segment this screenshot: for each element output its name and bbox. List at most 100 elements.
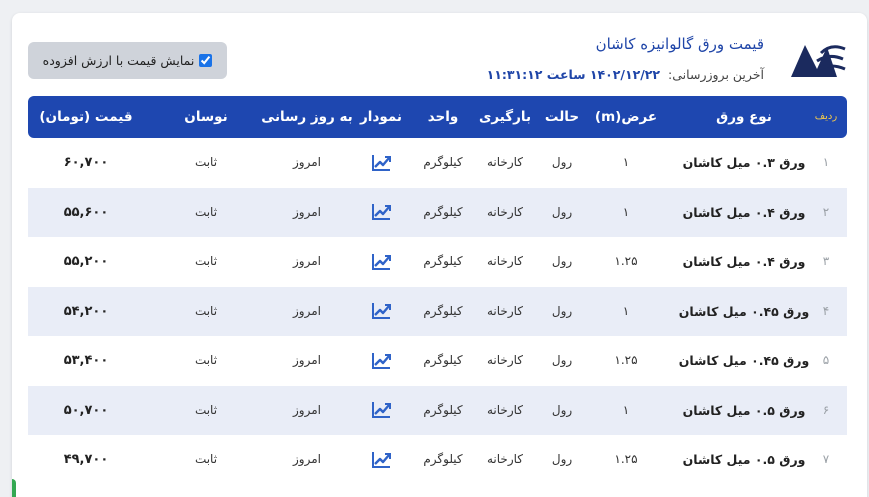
sheet-width: ۱.۲۵ — [614, 353, 638, 367]
chart-button[interactable] — [371, 188, 391, 238]
sheet-type: ورق ۰.۵ میل کاشان — [682, 402, 806, 418]
vat-checkbox[interactable] — [199, 54, 213, 67]
updated: امروز — [293, 402, 321, 417]
sheet-type: ورق ۰.۴ میل کاشان — [682, 254, 806, 269]
unit: کیلوگرم — [423, 452, 463, 466]
row-number: ۵ — [822, 353, 830, 367]
sheet-width: ۱.۲۵ — [614, 254, 638, 268]
sheet-type: ورق ۰.۴۵ میل کاشان — [678, 353, 810, 368]
chart-button[interactable] — [371, 237, 391, 287]
price: ۵۳,۴۰۰ — [63, 353, 109, 368]
row-number: ۱ — [822, 155, 830, 169]
price-change: ثابت — [194, 254, 218, 268]
sheet-state: رول — [551, 452, 573, 466]
updated: امروز — [293, 353, 321, 367]
price-change: ثابت — [194, 402, 218, 417]
table-row: ۳ ورق ۰.۴ میل کاشان ۱.۲۵ رول کارخانه کیلوگرم ا… — [28, 237, 847, 287]
updated: امروز — [293, 204, 321, 219]
price-change: ثابت — [194, 204, 218, 219]
row-number: ۷ — [822, 452, 830, 466]
price-change: ثابت — [194, 353, 218, 367]
sheet-state: رول — [551, 254, 573, 268]
side-badge — [12, 479, 16, 497]
sheet-type: ورق ۰.۵ میل کاشان — [682, 452, 806, 467]
loading-place: کارخانه — [486, 303, 524, 318]
table-row: ۴ ورق ۰.۴۵ میل کاشان ۱ رول کارخانه کیلوگرم امر… — [28, 286, 847, 337]
table-row: ۱ ورق ۰.۳ میل کاشان ۱ رول کارخانه کیلوگرم امرو… — [28, 138, 847, 188]
col-unit: واحد — [427, 109, 459, 125]
sheet-width: ۱ — [622, 303, 630, 318]
row-number: ۴ — [822, 303, 830, 318]
chart-line-icon[interactable] — [371, 451, 391, 469]
updated: امروز — [293, 254, 321, 268]
last-update-stamp: ۱۴۰۲/۱۲/۲۲ ساعت ۱۱:۳۱:۱۲ — [486, 67, 661, 82]
row-number: ۲ — [822, 204, 830, 219]
sheet-state: رول — [551, 303, 573, 318]
sheet-type: ورق ۰.۴ میل کاشان — [682, 204, 806, 220]
sheet-width: ۱.۲۵ — [614, 452, 638, 466]
loading-place: کارخانه — [486, 353, 524, 367]
table-row: ۶ ورق ۰.۵ میل کاشان ۱ رول کارخانه کیلوگرم امرو… — [28, 385, 847, 436]
chart-line-icon[interactable] — [371, 203, 391, 221]
price-card: قیمت ورق گالوانیزه کاشان آخرین بروزرسانی… — [12, 13, 867, 497]
col-updated: به روز رسانی — [261, 109, 353, 125]
chart-button[interactable] — [371, 336, 391, 386]
table-row: ۲ ورق ۰.۴ میل کاشان ۱ رول کارخانه کیلوگرم امرو… — [28, 187, 847, 238]
updated: امروز — [293, 155, 321, 169]
sheet-type: ورق ۰.۳ میل کاشان — [682, 155, 806, 170]
price: ۵۵,۶۰۰ — [63, 204, 109, 220]
last-update: آخرین بروزرسانی: ۱۴۰۲/۱۲/۲۲ ساعت ۱۱:۳۱:۱… — [487, 67, 764, 82]
price: ۵۵,۲۰۰ — [63, 254, 109, 269]
chart-button[interactable] — [371, 435, 391, 485]
sheet-width: ۱ — [622, 402, 630, 417]
sheet-state: رول — [551, 155, 573, 169]
col-type: نوع ورق — [716, 109, 772, 125]
price-change: ثابت — [194, 452, 218, 466]
loading-place: کارخانه — [486, 204, 524, 219]
price: ۴۹,۷۰۰ — [63, 452, 109, 467]
chart-line-icon[interactable] — [371, 352, 391, 370]
chart-button[interactable] — [371, 138, 391, 188]
col-state: حالت — [544, 109, 580, 125]
updated: امروز — [293, 303, 321, 318]
unit: کیلوگرم — [423, 254, 463, 268]
loading-place: کارخانه — [486, 402, 524, 417]
chart-button[interactable] — [371, 287, 391, 337]
unit: کیلوگرم — [423, 353, 463, 367]
chart-line-icon[interactable] — [371, 401, 391, 419]
unit: کیلوگرم — [423, 303, 463, 318]
loading-place: کارخانه — [486, 452, 524, 466]
price-change: ثابت — [194, 155, 218, 169]
col-loading: بارگیری — [478, 109, 532, 125]
vat-label: نمایش قیمت با ارزش افزوده — [42, 53, 195, 68]
sheet-type: ورق ۰.۴۵ میل کاشان — [678, 303, 810, 319]
col-change: نوسان — [184, 109, 228, 125]
sheet-state: رول — [551, 353, 573, 367]
price: ۵۰,۷۰۰ — [63, 402, 109, 418]
chart-line-icon[interactable] — [371, 154, 391, 172]
col-rownum: ردیف — [814, 111, 838, 122]
vat-toggle[interactable]: نمایش قیمت با ارزش افزوده — [28, 42, 227, 79]
updated: امروز — [293, 452, 321, 466]
chart-line-icon[interactable] — [371, 302, 391, 320]
col-width: عرض(m) — [594, 109, 658, 125]
sheet-state: رول — [551, 204, 573, 219]
loading-place: کارخانه — [486, 155, 524, 169]
chart-line-icon[interactable] — [371, 253, 391, 271]
table-row: ۵ ورق ۰.۴۵ میل کاشان ۱.۲۵ رول کارخانه کیلوگرم… — [28, 336, 847, 386]
table-header: ردیف نوع ورق عرض(m) حالت بارگیری واحد نم… — [28, 96, 847, 138]
row-number: ۳ — [822, 254, 830, 268]
col-price: قیمت (تومان) — [39, 109, 133, 125]
chart-button[interactable] — [371, 386, 391, 436]
price: ۵۴,۲۰۰ — [63, 303, 109, 319]
price-table: ردیف نوع ورق عرض(m) حالت بارگیری واحد نم… — [28, 96, 847, 485]
unit: کیلوگرم — [423, 204, 463, 219]
col-chart: نمودار — [360, 109, 402, 125]
loading-place: کارخانه — [486, 254, 524, 268]
brand-logo-icon — [791, 45, 846, 77]
page-title: قیمت ورق گالوانیزه کاشان — [595, 35, 764, 53]
sheet-state: رول — [551, 402, 573, 417]
last-update-label: آخرین بروزرسانی: — [668, 67, 764, 82]
unit: کیلوگرم — [423, 402, 463, 417]
unit: کیلوگرم — [423, 155, 463, 169]
